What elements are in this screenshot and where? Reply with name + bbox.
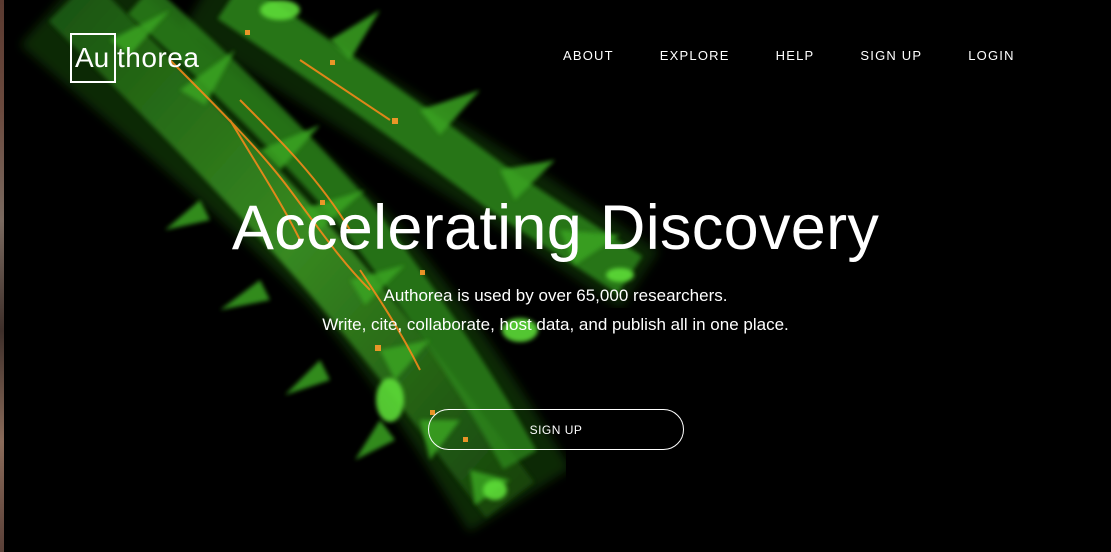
nav-about[interactable]: ABOUT — [563, 48, 614, 63]
authorea-logo[interactable]: Au thorea — [70, 33, 199, 83]
nav-login[interactable]: LOGIN — [968, 48, 1014, 63]
landing-page: Au thorea ABOUT EXPLORE HELP SIGN UP LOG… — [0, 0, 1111, 552]
top-nav: ABOUT EXPLORE HELP SIGN UP LOGIN — [563, 48, 1015, 63]
nav-explore[interactable]: EXPLORE — [660, 48, 730, 63]
logo-text: thorea — [117, 42, 200, 73]
hero-headline: Accelerating Discovery — [231, 193, 880, 263]
left-edge-strip — [0, 0, 4, 552]
sign-up-button[interactable]: SIGN UP — [428, 409, 684, 450]
nav-sign-up[interactable]: SIGN UP — [860, 48, 922, 63]
nav-help[interactable]: HELP — [776, 48, 815, 63]
hero-subtitle-line-2: Write, cite, collaborate, host data, and… — [322, 315, 789, 334]
hero-subtitle-line-1: Authorea is used by over 65,000 research… — [383, 286, 728, 305]
logo-box: Au — [70, 33, 116, 83]
